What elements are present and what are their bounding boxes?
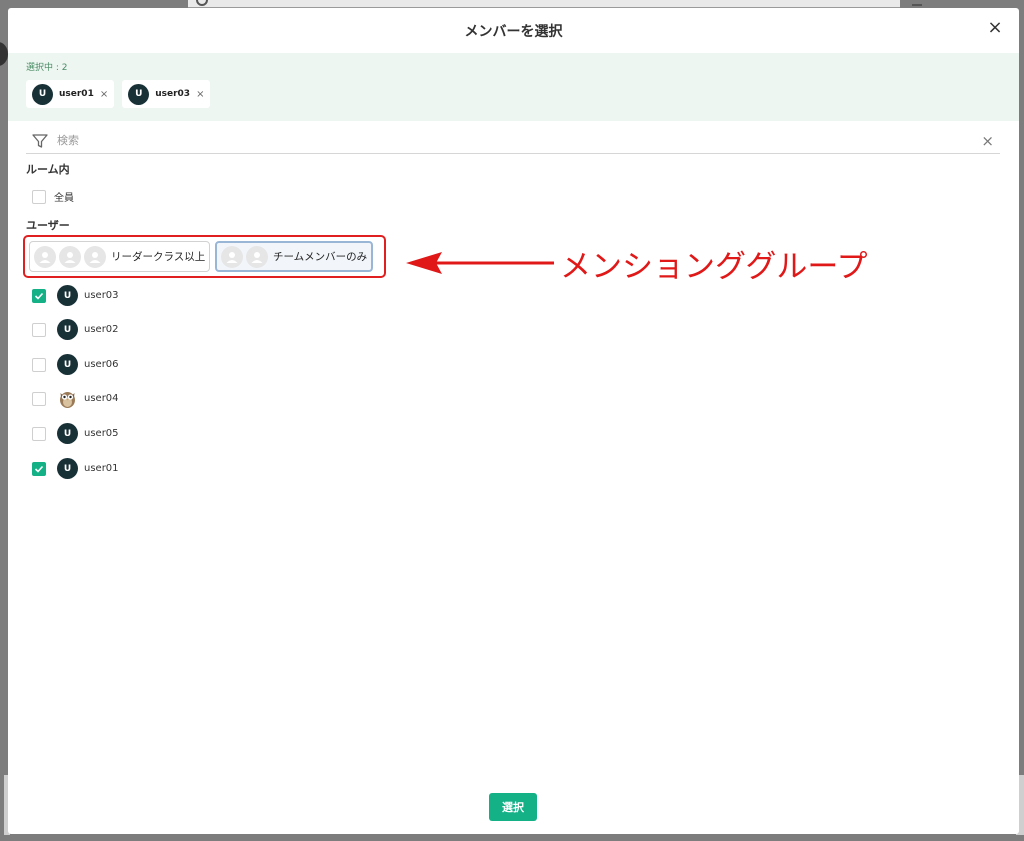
- user-checkbox[interactable]: [32, 322, 46, 337]
- member-select-modal: メンバーを選択 × 選択中 : 2 U user01 × U user03 × …: [8, 8, 1019, 834]
- avatar: U: [128, 83, 150, 105]
- clear-search-icon[interactable]: ×: [981, 132, 994, 150]
- user-checkbox[interactable]: [32, 391, 46, 406]
- user-name: user02: [84, 324, 119, 335]
- user-checkbox[interactable]: [32, 461, 46, 476]
- person-icon: [221, 245, 243, 268]
- chip-name: user01: [59, 89, 94, 99]
- person-icon: [34, 245, 56, 268]
- search-row: ×: [26, 128, 1000, 154]
- remove-chip-icon[interactable]: ×: [100, 89, 108, 100]
- user-row[interactable]: U user06: [32, 354, 119, 375]
- person-icon: [246, 245, 268, 268]
- mention-group-label: チームメンバーのみ: [273, 251, 368, 263]
- selected-chip: U user03 ×: [122, 80, 211, 108]
- modal-title: メンバーを選択: [464, 23, 563, 40]
- mention-group-leader[interactable]: リーダークラス以上: [29, 241, 211, 272]
- all-members-checkbox[interactable]: [32, 189, 46, 204]
- user-checkbox[interactable]: [32, 288, 46, 303]
- user-checkbox[interactable]: [32, 426, 46, 441]
- user-name: user03: [84, 290, 119, 301]
- mention-group-team[interactable]: チームメンバーのみ: [215, 241, 374, 272]
- background-search-bar: [188, 0, 900, 8]
- user-name: user05: [84, 428, 119, 439]
- background-settings-icon: [912, 0, 922, 6]
- mention-group-highlight: リーダークラス以上 チームメンバーのみ: [23, 235, 386, 278]
- person-icon: [84, 245, 106, 268]
- user-row[interactable]: U user02: [32, 319, 119, 340]
- avatar: U: [57, 354, 78, 375]
- user-row[interactable]: U user05: [32, 423, 119, 444]
- modal-header: メンバーを選択 ×: [8, 8, 1019, 53]
- avatar: U: [57, 285, 78, 306]
- mention-group-label: リーダークラス以上: [111, 251, 206, 263]
- user-row[interactable]: user04: [32, 388, 119, 409]
- remove-chip-icon[interactable]: ×: [196, 89, 204, 100]
- selected-count: 選択中 : 2: [26, 63, 68, 73]
- avatar: U: [32, 83, 53, 105]
- avatar: U: [57, 423, 78, 444]
- person-icon: [59, 245, 81, 268]
- avatar: U: [57, 458, 78, 479]
- user-row[interactable]: U user03: [32, 285, 119, 306]
- user-name: user06: [84, 359, 119, 370]
- user-name: user04: [84, 393, 119, 404]
- search-input[interactable]: [57, 134, 982, 147]
- avatar: U: [57, 319, 78, 340]
- chip-name: user03: [155, 89, 191, 99]
- close-icon[interactable]: ×: [985, 17, 1005, 38]
- annotation-arrow-icon: [406, 252, 554, 274]
- filter-icon: [32, 133, 48, 148]
- user-checkbox[interactable]: [32, 357, 46, 372]
- user-name: user01: [84, 463, 119, 474]
- owl-icon: [60, 392, 75, 408]
- selected-chips: U user01 × U user03 ×: [26, 80, 1001, 108]
- all-members-label: 全員: [54, 193, 74, 204]
- selected-chip: U user01 ×: [26, 80, 115, 108]
- background-avatar: [0, 42, 8, 66]
- room-section-title: ルーム内: [26, 163, 70, 176]
- selected-members-panel: 選択中 : 2 U user01 × U user03 ×: [8, 53, 1019, 121]
- user-row[interactable]: U user01: [32, 458, 119, 479]
- select-button[interactable]: 選択: [489, 793, 537, 821]
- all-members-row[interactable]: 全員: [32, 189, 74, 204]
- annotation-text: メンションググループ: [560, 249, 868, 285]
- user-section-title: ユーザー: [26, 219, 70, 232]
